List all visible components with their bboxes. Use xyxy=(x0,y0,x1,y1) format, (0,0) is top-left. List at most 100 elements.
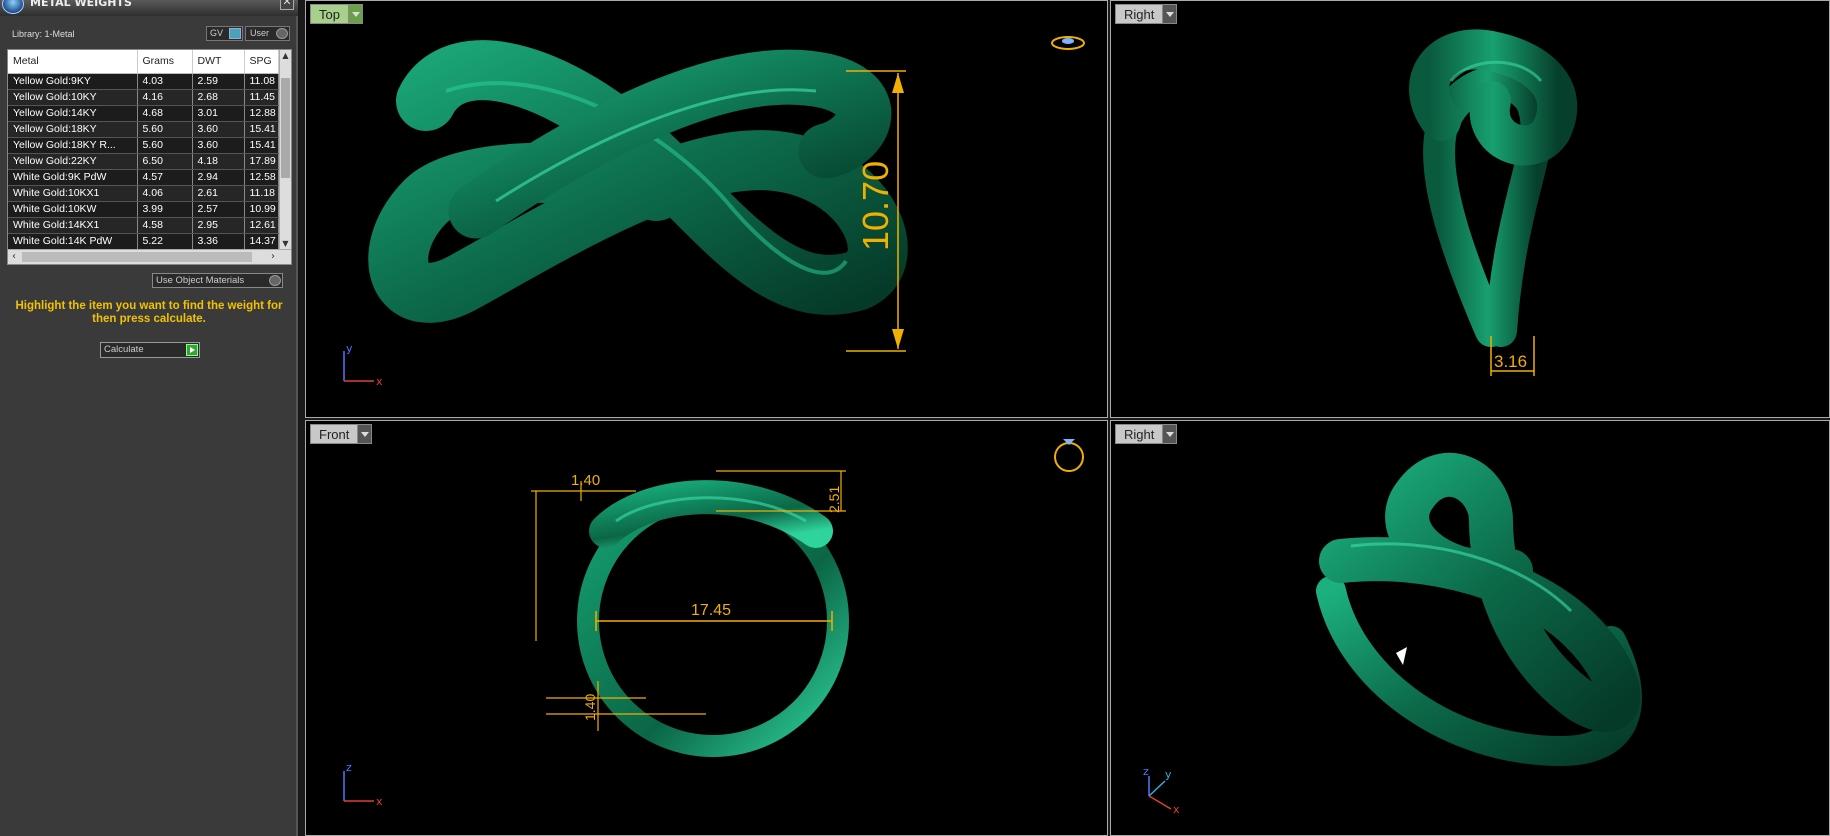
column-header-grams[interactable]: Grams xyxy=(137,50,193,74)
gv-toggle-icon[interactable] xyxy=(229,28,241,39)
cell-metal: Yellow Gold:14KY xyxy=(8,105,138,122)
cell-spg: 10.99 xyxy=(244,201,279,218)
column-header-dwt[interactable]: DWT xyxy=(192,50,245,74)
close-icon[interactable]: ✕ xyxy=(280,0,294,10)
cell-spg: 12.58 xyxy=(244,169,279,186)
table-row[interactable]: White Gold:10KW 3.99 2.57 10.99 xyxy=(8,201,279,218)
dimension-inner-diameter: 17.45 xyxy=(595,602,833,631)
viewport-right-lower[interactable]: z y x Right xyxy=(1110,420,1830,836)
table-vertical-scrollbar[interactable]: ▲ ▼ xyxy=(279,50,291,250)
table-row[interactable]: Yellow Gold:14KY 4.68 3.01 12.88 xyxy=(8,105,279,122)
use-object-materials-label: Use Object Materials xyxy=(156,275,245,286)
axis-indicator: z x xyxy=(343,761,383,808)
user-options-icon[interactable] xyxy=(276,28,288,39)
cell-metal: White Gold:14KX1 xyxy=(8,217,138,234)
cell-grams: 5.60 xyxy=(137,137,193,154)
cell-metal: Yellow Gold:9KY xyxy=(8,73,138,90)
cell-spg: 11.08 xyxy=(244,73,279,90)
cursor-icon xyxy=(1396,647,1407,665)
viewport-front[interactable]: 17.45 1.40 2.51 1.40 z x Front xyxy=(305,420,1108,836)
table-row[interactable]: Yellow Gold:10KY 4.16 2.68 11.45 xyxy=(8,89,279,106)
chevron-down-icon[interactable] xyxy=(1162,5,1177,23)
scroll-right-icon[interactable]: › xyxy=(267,250,279,264)
table-row[interactable]: White Gold:14K PdW 5.22 3.36 14.37 xyxy=(8,233,279,250)
cell-spg: 15.41 xyxy=(244,137,279,154)
scroll-up-icon[interactable]: ▲ xyxy=(280,50,291,62)
cell-dwt: 3.36 xyxy=(192,233,245,250)
cell-metal: Yellow Gold:22KY xyxy=(8,153,138,170)
viewport-top-label[interactable]: Top xyxy=(310,4,363,24)
cell-spg: 17.89 xyxy=(244,153,279,170)
column-header-spg[interactable]: SPG xyxy=(244,50,279,74)
ring-model[interactable] xyxy=(1316,452,1642,767)
dimension-top-right-label: 2.51 xyxy=(826,486,842,513)
table-header-row: Metal Grams DWT SPG xyxy=(8,50,279,74)
viewport-right-upper[interactable]: 3.16 Right xyxy=(1110,0,1830,418)
axis-indicator: y x xyxy=(343,342,383,388)
table-row[interactable]: White Gold:9K PdW 4.57 2.94 12.58 xyxy=(8,169,279,186)
metal-weights-table[interactable]: Metal Grams DWT SPG Yellow Gold:9KY 4.03 2… xyxy=(7,49,292,265)
cell-dwt: 2.68 xyxy=(192,89,245,106)
calculate-label: Calculate xyxy=(104,344,144,355)
chevron-down-icon[interactable] xyxy=(1162,425,1177,443)
scrollbar-thumb[interactable] xyxy=(281,78,290,178)
column-header-metal[interactable]: Metal xyxy=(8,50,138,74)
viewport-label-text: Right xyxy=(1124,427,1155,442)
ring-icon[interactable] xyxy=(1051,36,1085,50)
axis-x-label: x xyxy=(376,375,383,388)
chevron-down-icon[interactable] xyxy=(357,425,372,443)
cell-grams: 6.50 xyxy=(137,153,193,170)
ring-icon[interactable] xyxy=(1054,439,1084,472)
viewport-right-upper-scene: 3.16 xyxy=(1409,29,1578,376)
chevron-down-icon[interactable] xyxy=(347,5,362,23)
viewport-top[interactable]: 10.70 y x Top xyxy=(305,0,1108,418)
viewport-front-label[interactable]: Front xyxy=(310,424,373,444)
cell-dwt: 2.94 xyxy=(192,169,245,186)
gv-toggle-field[interactable]: GV xyxy=(206,26,243,41)
table-row[interactable]: White Gold:14KX1 4.58 2.95 12.61 xyxy=(8,217,279,234)
cell-grams: 4.58 xyxy=(137,217,193,234)
cell-dwt: 2.61 xyxy=(192,185,245,202)
axis-x-label: x xyxy=(376,795,383,808)
axis-z-label: z xyxy=(346,761,352,774)
use-object-materials-field[interactable]: Use Object Materials xyxy=(152,273,283,288)
cell-spg: 11.18 xyxy=(244,185,279,202)
axis-y-label: y xyxy=(346,342,353,355)
cell-dwt: 3.60 xyxy=(192,137,245,154)
viewport-right-upper-label[interactable]: Right xyxy=(1115,4,1178,24)
gv-label: GV xyxy=(210,28,224,38)
table-horizontal-scrollbar[interactable]: ‹ › xyxy=(8,249,291,264)
axis-y-label: y xyxy=(1165,768,1172,781)
dimension-bottom-label: 1.40 xyxy=(582,694,598,721)
table-row[interactable]: Yellow Gold:18KY R... 5.60 3.60 15.41 xyxy=(8,137,279,154)
ring-top-twist xyxy=(589,480,833,548)
cell-metal: Yellow Gold:18KY R... xyxy=(8,137,138,154)
table-row[interactable]: Yellow Gold:9KY 4.03 2.59 11.08 xyxy=(8,73,279,90)
dimension-top-label: 1.40 xyxy=(571,472,600,489)
user-label: User xyxy=(250,28,270,38)
calculate-button[interactable]: Calculate xyxy=(100,342,200,358)
play-icon[interactable] xyxy=(186,344,198,356)
table-row[interactable]: Yellow Gold:18KY 5.60 3.60 15.41 xyxy=(8,121,279,138)
use-object-materials-toggle[interactable] xyxy=(269,275,281,286)
cell-grams: 5.22 xyxy=(137,233,193,250)
cell-spg: 12.61 xyxy=(244,217,279,234)
cell-metal: White Gold:10KW xyxy=(8,201,138,218)
viewport-top-scene: 10.70 y x xyxy=(343,36,1085,388)
table-row[interactable]: White Gold:10KX1 4.06 2.61 11.18 xyxy=(8,185,279,202)
scroll-left-icon[interactable]: ‹ xyxy=(8,250,20,264)
cell-dwt: 2.59 xyxy=(192,73,245,90)
cell-grams: 4.16 xyxy=(137,89,193,106)
cell-metal: White Gold:14K PdW xyxy=(8,233,138,250)
user-field[interactable]: User xyxy=(245,26,290,41)
dimension-height-label: 10.70 xyxy=(855,161,896,251)
axis-z-label: z xyxy=(1143,765,1149,778)
scrollbar-thumb[interactable] xyxy=(22,252,252,262)
viewport-right-lower-label[interactable]: Right xyxy=(1115,424,1178,444)
ring-model[interactable] xyxy=(368,40,908,323)
cell-grams: 3.99 xyxy=(137,201,193,218)
axis-indicator: z y x xyxy=(1143,765,1180,816)
dimension-diameter-label: 17.45 xyxy=(691,602,731,619)
ring-model[interactable] xyxy=(1409,29,1578,347)
table-row[interactable]: Yellow Gold:22KY 6.50 4.18 17.89 xyxy=(8,153,279,170)
